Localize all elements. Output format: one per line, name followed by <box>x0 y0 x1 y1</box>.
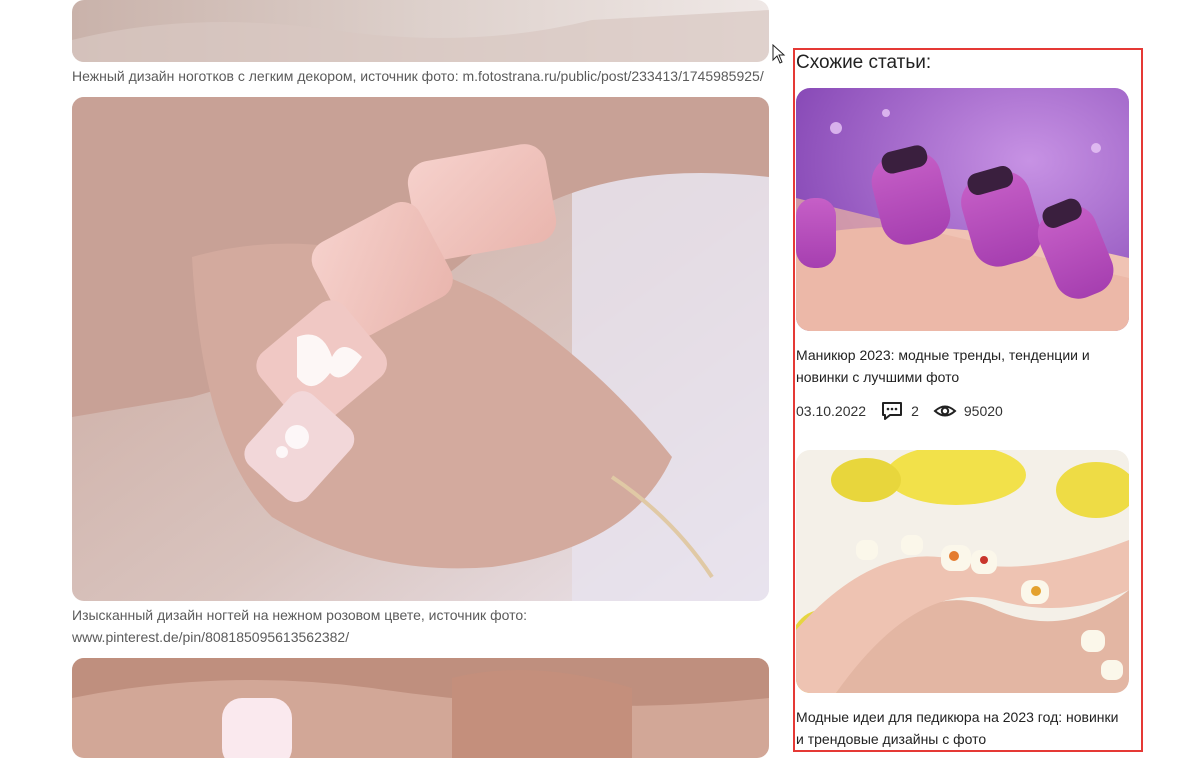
view-count: 95020 <box>963 403 1003 419</box>
related-articles-panel: Схожие статьи: Маникюр 2023: модные трен… <box>793 48 1143 752</box>
comment-icon <box>880 400 904 422</box>
article-photo-3 <box>72 658 769 758</box>
article-meta: 03.10.2022 2 95020 <box>796 400 1129 422</box>
related-article-card[interactable]: Маникюр 2023: модные тренды, тенденции и… <box>796 88 1129 422</box>
article-date: 03.10.2022 <box>796 403 867 419</box>
eye-icon <box>933 400 957 422</box>
photo-caption: Изысканный дизайн ногтей на нежном розов… <box>72 607 527 623</box>
photo-caption: Нежный дизайн ноготков с легким декором,… <box>72 68 764 84</box>
mouse-cursor-icon <box>772 44 786 64</box>
comment-count: 2 <box>911 403 919 419</box>
article-title-link[interactable]: Модные идеи для педикюра на 2023 год: но… <box>796 706 1129 750</box>
article-title-link[interactable]: Маникюр 2023: модные тренды, тенденции и… <box>796 344 1129 388</box>
related-article-card[interactable]: Модные идеи для педикюра на 2023 год: но… <box>796 450 1129 750</box>
photo-caption-link[interactable]: www.pinterest.de/pin/808185095613562382/ <box>72 627 772 648</box>
article-thumbnail[interactable] <box>796 450 1129 693</box>
related-articles-title: Схожие статьи: <box>796 52 932 73</box>
article-thumbnail[interactable] <box>796 88 1129 331</box>
article-photo-1 <box>72 0 769 62</box>
article-photo-2 <box>72 97 769 601</box>
